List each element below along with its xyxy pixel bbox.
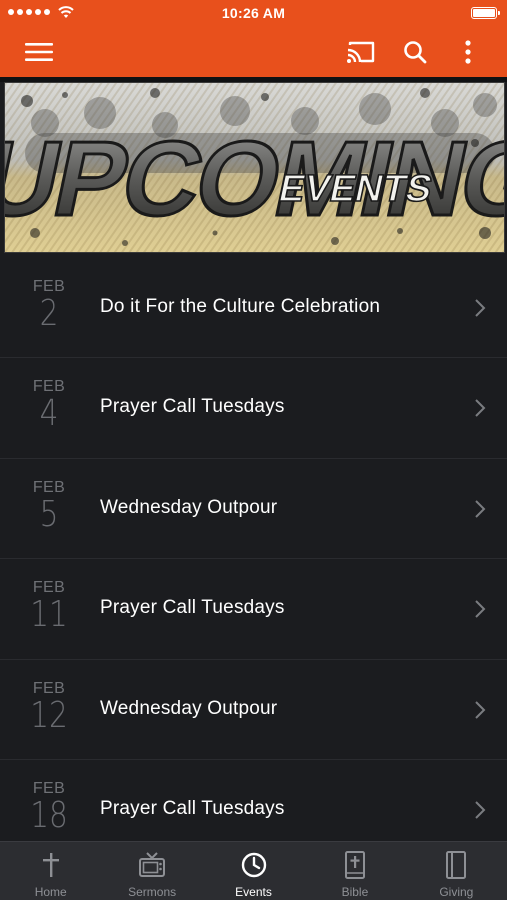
- tab-bible[interactable]: Bible: [304, 842, 405, 900]
- clock-icon: [241, 852, 266, 878]
- event-date: FEB 12: [0, 680, 98, 734]
- event-day: 2: [39, 293, 59, 334]
- event-day: 5: [39, 493, 59, 535]
- tab-label: Bible: [341, 885, 369, 899]
- event-date: FEB 18: [0, 780, 98, 834]
- event-date: FEB 2: [0, 278, 98, 332]
- event-row[interactable]: FEB 2 Do it For the Culture Celebration: [0, 258, 507, 359]
- more-options-button[interactable]: [450, 34, 486, 70]
- app-screen: 10:26 AM UPCOMING EVENTS FEB 2 Do it For…: [0, 0, 507, 900]
- search-button[interactable]: [397, 34, 433, 70]
- event-title: Wednesday Outpour: [100, 697, 278, 719]
- tab-home[interactable]: Home: [0, 842, 101, 900]
- event-title: Do it For the Culture Celebration: [100, 296, 381, 317]
- search-icon: [404, 41, 427, 64]
- tab-label: Giving: [439, 885, 474, 899]
- app-header: [0, 26, 507, 78]
- event-title: Prayer Call Tuesdays: [100, 797, 285, 819]
- events-list: FEB 2 Do it For the Culture Celebration …: [0, 258, 507, 841]
- status-bar: 10:26 AM: [0, 0, 507, 26]
- event-day: 11: [30, 594, 68, 636]
- tab-label: Events: [235, 885, 272, 899]
- hamburger-menu-icon: [25, 43, 53, 61]
- cast-icon: [347, 41, 375, 63]
- event-row[interactable]: FEB 4 Prayer Call Tuesdays: [0, 358, 507, 459]
- banner-subheadline: EVENTS: [275, 167, 436, 210]
- more-vertical-icon: [465, 40, 471, 64]
- tab-events[interactable]: Events: [203, 842, 304, 900]
- chevron-right-icon: [475, 700, 486, 719]
- banner-artwork: UPCOMING EVENTS: [5, 83, 504, 252]
- event-row[interactable]: FEB 5 Wednesday Outpour: [0, 459, 507, 560]
- event-title: Wednesday Outpour: [100, 496, 278, 518]
- event-title: Prayer Call Tuesdays: [100, 597, 285, 619]
- event-day: 12: [30, 694, 68, 736]
- status-time: 10:26 AM: [221, 5, 286, 21]
- chevron-right-icon: [475, 600, 486, 618]
- tab-label: Sermons: [128, 885, 177, 899]
- chevron-right-icon: [475, 399, 486, 418]
- menu-button[interactable]: [21, 34, 57, 70]
- event-title: Prayer Call Tuesdays: [100, 396, 285, 418]
- tab-sermons[interactable]: Sermons: [101, 842, 202, 900]
- book-icon: [446, 851, 467, 879]
- event-date: FEB 4: [0, 378, 98, 432]
- chevron-right-icon: [475, 801, 486, 819]
- event-row[interactable]: FEB 12 Wednesday Outpour: [0, 660, 507, 760]
- cast-button[interactable]: [343, 34, 379, 70]
- event-date: FEB 5: [0, 479, 98, 533]
- event-date: FEB 11: [0, 579, 98, 633]
- event-row[interactable]: FEB 18 Prayer Call Tuesdays: [0, 760, 507, 841]
- tab-label: Home: [34, 885, 67, 899]
- chevron-right-icon: [475, 299, 486, 317]
- upcoming-events-banner: UPCOMING EVENTS: [4, 82, 505, 253]
- event-row[interactable]: FEB 11 Prayer Call Tuesdays: [0, 559, 507, 660]
- battery-icon: [471, 7, 500, 19]
- cross-icon: [42, 853, 59, 877]
- bottom-tab-bar: Home Sermons Events Bible Giving: [0, 841, 507, 900]
- event-day: 4: [39, 393, 59, 435]
- tab-giving[interactable]: Giving: [406, 842, 507, 900]
- chevron-right-icon: [475, 500, 486, 518]
- bible-icon: [344, 851, 365, 879]
- tv-icon: [139, 852, 166, 877]
- event-day: 18: [30, 794, 68, 836]
